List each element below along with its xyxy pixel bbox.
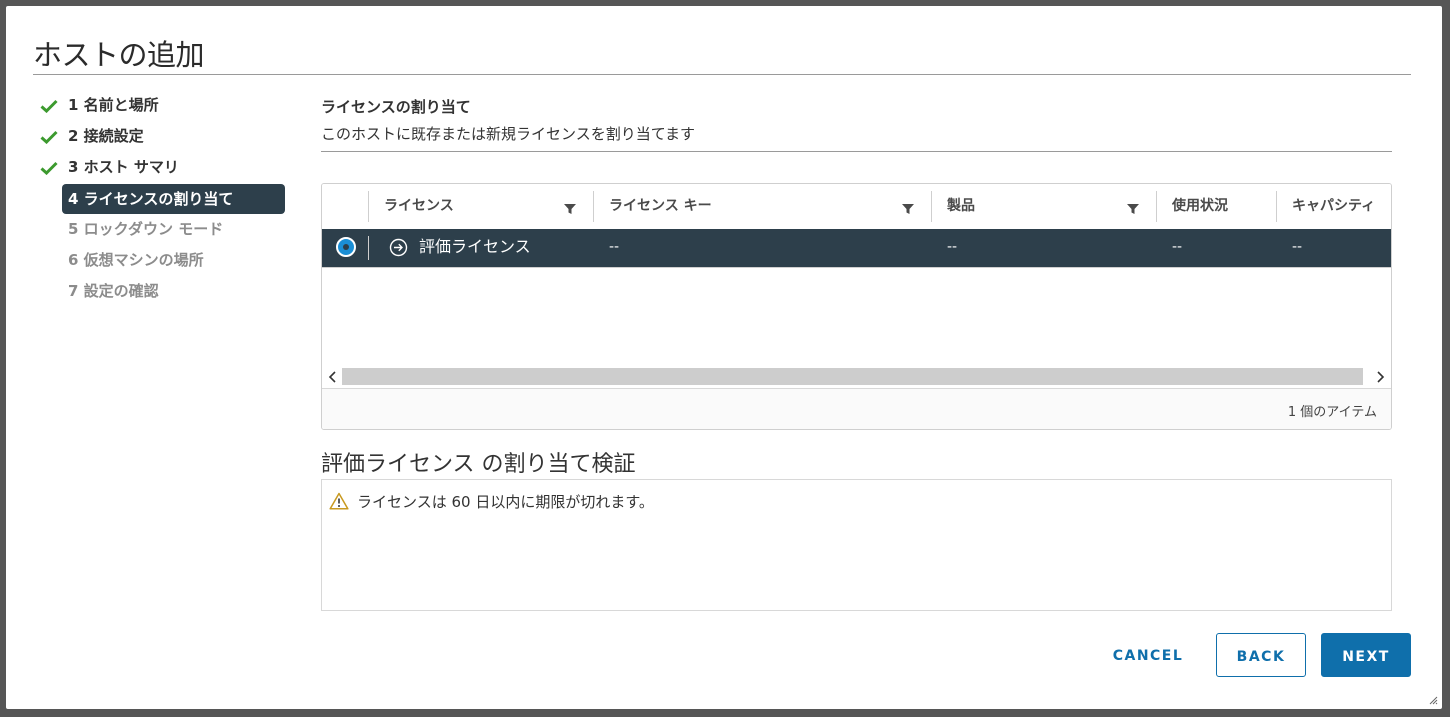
section-title: ライセンスの割り当て	[321, 98, 471, 116]
section-divider	[321, 151, 1392, 152]
column-separator[interactable]	[593, 191, 594, 222]
radio-selected-icon[interactable]	[336, 237, 356, 257]
filter-icon[interactable]	[902, 203, 914, 215]
wizard-steps: 1 名前と場所 2 接続設定 3 ホスト サマリ 4 ライセンスの割り当て 5 …	[40, 90, 300, 307]
validation-message: ライセンスは 60 日以内に期限が切れます。	[357, 493, 654, 511]
filter-icon[interactable]	[564, 203, 576, 215]
warning-icon	[329, 492, 349, 510]
cell-license: 評価ライセンス	[419, 237, 531, 256]
column-header-capacity[interactable]: キャパシティ	[1292, 184, 1375, 229]
filter-icon[interactable]	[1127, 203, 1139, 215]
column-separator	[368, 191, 369, 222]
table-row[interactable]: 評価ライセンス -- -- -- --	[322, 229, 1391, 267]
horizontal-scrollbar[interactable]	[322, 366, 1391, 388]
title-divider	[33, 74, 1411, 75]
dialog-title: ホストの追加	[33, 38, 205, 72]
step-label: 1 名前と場所	[68, 96, 159, 114]
grid-footer: 1 個のアイテム	[322, 388, 1391, 429]
cancel-button[interactable]: CANCEL	[1098, 633, 1198, 677]
step-label: 3 ホスト サマリ	[68, 158, 179, 176]
check-icon	[40, 161, 58, 175]
column-separator[interactable]	[1276, 191, 1277, 222]
column-header-usage[interactable]: 使用状況	[1172, 184, 1228, 229]
column-separator	[368, 236, 369, 260]
section-description: このホストに既存または新規ライセンスを割り当てます	[321, 125, 695, 143]
cell-license-key: --	[609, 239, 620, 255]
validation-title: 評価ライセンス の割り当て検証	[321, 452, 636, 477]
step-name-location[interactable]: 1 名前と場所	[40, 90, 300, 121]
step-review: 7 設定の確認	[40, 276, 300, 307]
cell-usage: --	[1172, 239, 1183, 255]
next-button[interactable]: NEXT	[1321, 633, 1411, 677]
step-vm-location: 6 仮想マシンの場所	[40, 245, 300, 276]
step-connection-settings[interactable]: 2 接続設定	[40, 121, 300, 152]
step-assign-license[interactable]: 4 ライセンスの割り当て	[40, 183, 300, 214]
step-label: 6 仮想マシンの場所	[68, 251, 204, 269]
check-icon	[40, 130, 58, 144]
step-host-summary[interactable]: 3 ホスト サマリ	[40, 152, 300, 183]
column-separator[interactable]	[931, 191, 932, 222]
column-header-license-key[interactable]: ライセンス キー	[609, 184, 712, 229]
chevron-right-icon[interactable]	[1373, 369, 1387, 385]
step-label: 5 ロックダウン モード	[68, 220, 224, 238]
chevron-left-icon[interactable]	[326, 369, 340, 385]
back-button[interactable]: BACK	[1216, 633, 1306, 677]
add-host-dialog: ホストの追加 1 名前と場所 2 接続設定 3 ホスト サマリ 4 ライセンスの…	[6, 6, 1442, 709]
step-lockdown-mode: 5 ロックダウン モード	[40, 214, 300, 245]
validation-box: ライセンスは 60 日以内に期限が切れます。	[321, 479, 1392, 611]
license-grid: ライセンス ライセンス キー 製品 使用状況 キャパシティ 評価ライセンス --…	[321, 183, 1392, 430]
expand-arrow-icon[interactable]	[389, 238, 408, 257]
check-icon	[40, 99, 58, 113]
scrollbar-thumb[interactable]	[342, 368, 1363, 385]
grid-header: ライセンス ライセンス キー 製品 使用状況 キャパシティ	[322, 184, 1391, 229]
step-label: 4 ライセンスの割り当て	[62, 184, 286, 214]
column-header-product[interactable]: 製品	[947, 184, 975, 229]
row-divider	[322, 267, 1391, 268]
item-count: 1 個のアイテム	[1287, 405, 1377, 420]
column-header-license[interactable]: ライセンス	[384, 184, 454, 229]
resize-handle-icon[interactable]	[1428, 695, 1438, 705]
column-separator[interactable]	[1156, 191, 1157, 222]
cell-capacity: --	[1292, 239, 1303, 255]
cell-product: --	[947, 239, 958, 255]
step-label: 7 設定の確認	[68, 282, 159, 300]
step-label: 2 接続設定	[68, 127, 144, 145]
